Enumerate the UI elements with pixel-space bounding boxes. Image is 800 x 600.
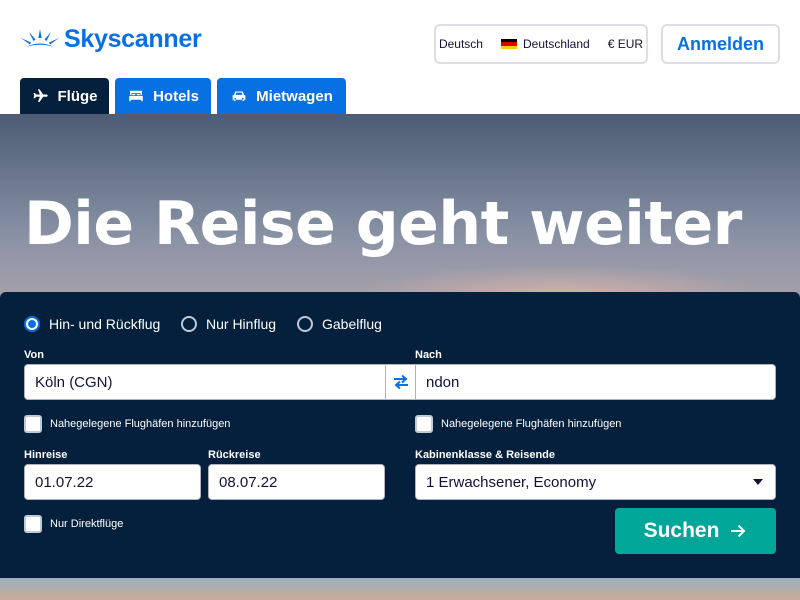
- checkbox-box: [24, 515, 42, 533]
- return-date-input[interactable]: 08.07.22: [208, 464, 385, 500]
- checkbox-label: Nur Direktflüge: [50, 518, 124, 530]
- checkbox-box: [415, 415, 433, 433]
- country-label: Deutschland: [522, 37, 590, 51]
- checkbox-box: [24, 415, 42, 433]
- cabin-travellers-select[interactable]: 1 Erwachsener, Economy: [415, 464, 776, 500]
- radio-label: Nur Hinflug: [206, 316, 277, 332]
- swap-arrows-icon: [393, 374, 408, 390]
- checkbox-label: Nahegelegene Flughäfen hinzufügen: [50, 418, 231, 430]
- tab-label: Flüge: [57, 87, 98, 105]
- nearby-airports-to-checkbox[interactable]: Nahegelegene Flughäfen hinzufügen: [415, 415, 621, 433]
- chevron-down-icon: [753, 479, 763, 485]
- sunrise-logo-icon: [21, 29, 59, 47]
- tab-label: Mietwagen: [256, 87, 333, 105]
- login-button[interactable]: Anmelden: [661, 24, 780, 64]
- tab-hotels[interactable]: Hotels: [115, 78, 211, 114]
- brand-name: Skyscanner: [64, 24, 202, 53]
- nearby-airports-from-checkbox[interactable]: Nahegelegene Flughäfen hinzufügen: [24, 415, 230, 433]
- trip-type-return-radio[interactable]: Hin- und Rückflug: [24, 316, 160, 332]
- depart-date-input[interactable]: 01.07.22: [24, 464, 201, 500]
- cabin-label: Kabinenklasse & Reisende: [415, 449, 556, 461]
- plane-icon: [33, 89, 48, 102]
- return-label: Rückreise: [208, 449, 261, 461]
- radio-checked-icon: [24, 316, 40, 332]
- radio-label: Gabelflug: [322, 316, 382, 332]
- swap-locations-button[interactable]: [386, 364, 415, 400]
- radio-unchecked-icon: [181, 316, 197, 332]
- search-button-label: Suchen: [643, 519, 720, 542]
- from-label: Von: [24, 349, 44, 361]
- bed-icon: [129, 90, 143, 102]
- trip-type-oneway-radio[interactable]: Nur Hinflug: [181, 316, 276, 332]
- language-label: Deutsch: [438, 37, 483, 51]
- locale-selector-button[interactable]: Deutsch Deutschland € EUR: [434, 24, 648, 64]
- direct-flights-checkbox[interactable]: Nur Direktflüge: [24, 515, 123, 533]
- germany-flag-icon: [500, 38, 517, 50]
- car-icon: [232, 91, 246, 101]
- flight-search-panel: Hin- und Rückflug Nur Hinflug Gabelflug …: [0, 292, 800, 578]
- trip-type-multicity-radio[interactable]: Gabelflug: [297, 316, 382, 332]
- tab-car-hire[interactable]: Mietwagen: [217, 78, 346, 114]
- to-input[interactable]: ndon: [415, 364, 776, 400]
- to-label: Nach: [415, 349, 442, 361]
- depart-label: Hinreise: [24, 449, 68, 461]
- radio-unchecked-icon: [297, 316, 313, 332]
- arrow-right-icon: [731, 524, 746, 538]
- cabin-value: 1 Erwachsener, Economy: [426, 473, 597, 491]
- hero-title: Die Reise geht weiter: [24, 189, 742, 259]
- from-input[interactable]: Köln (CGN): [24, 364, 386, 400]
- tab-label: Hotels: [153, 87, 199, 105]
- skyscanner-logo[interactable]: Skyscanner: [20, 24, 202, 54]
- radio-label: Hin- und Rückflug: [49, 316, 161, 332]
- currency-label: € EUR: [607, 37, 644, 51]
- checkbox-label: Nahegelegene Flughäfen hinzufügen: [441, 418, 622, 430]
- tab-flights[interactable]: Flüge: [20, 78, 109, 114]
- search-button[interactable]: Suchen: [615, 508, 776, 554]
